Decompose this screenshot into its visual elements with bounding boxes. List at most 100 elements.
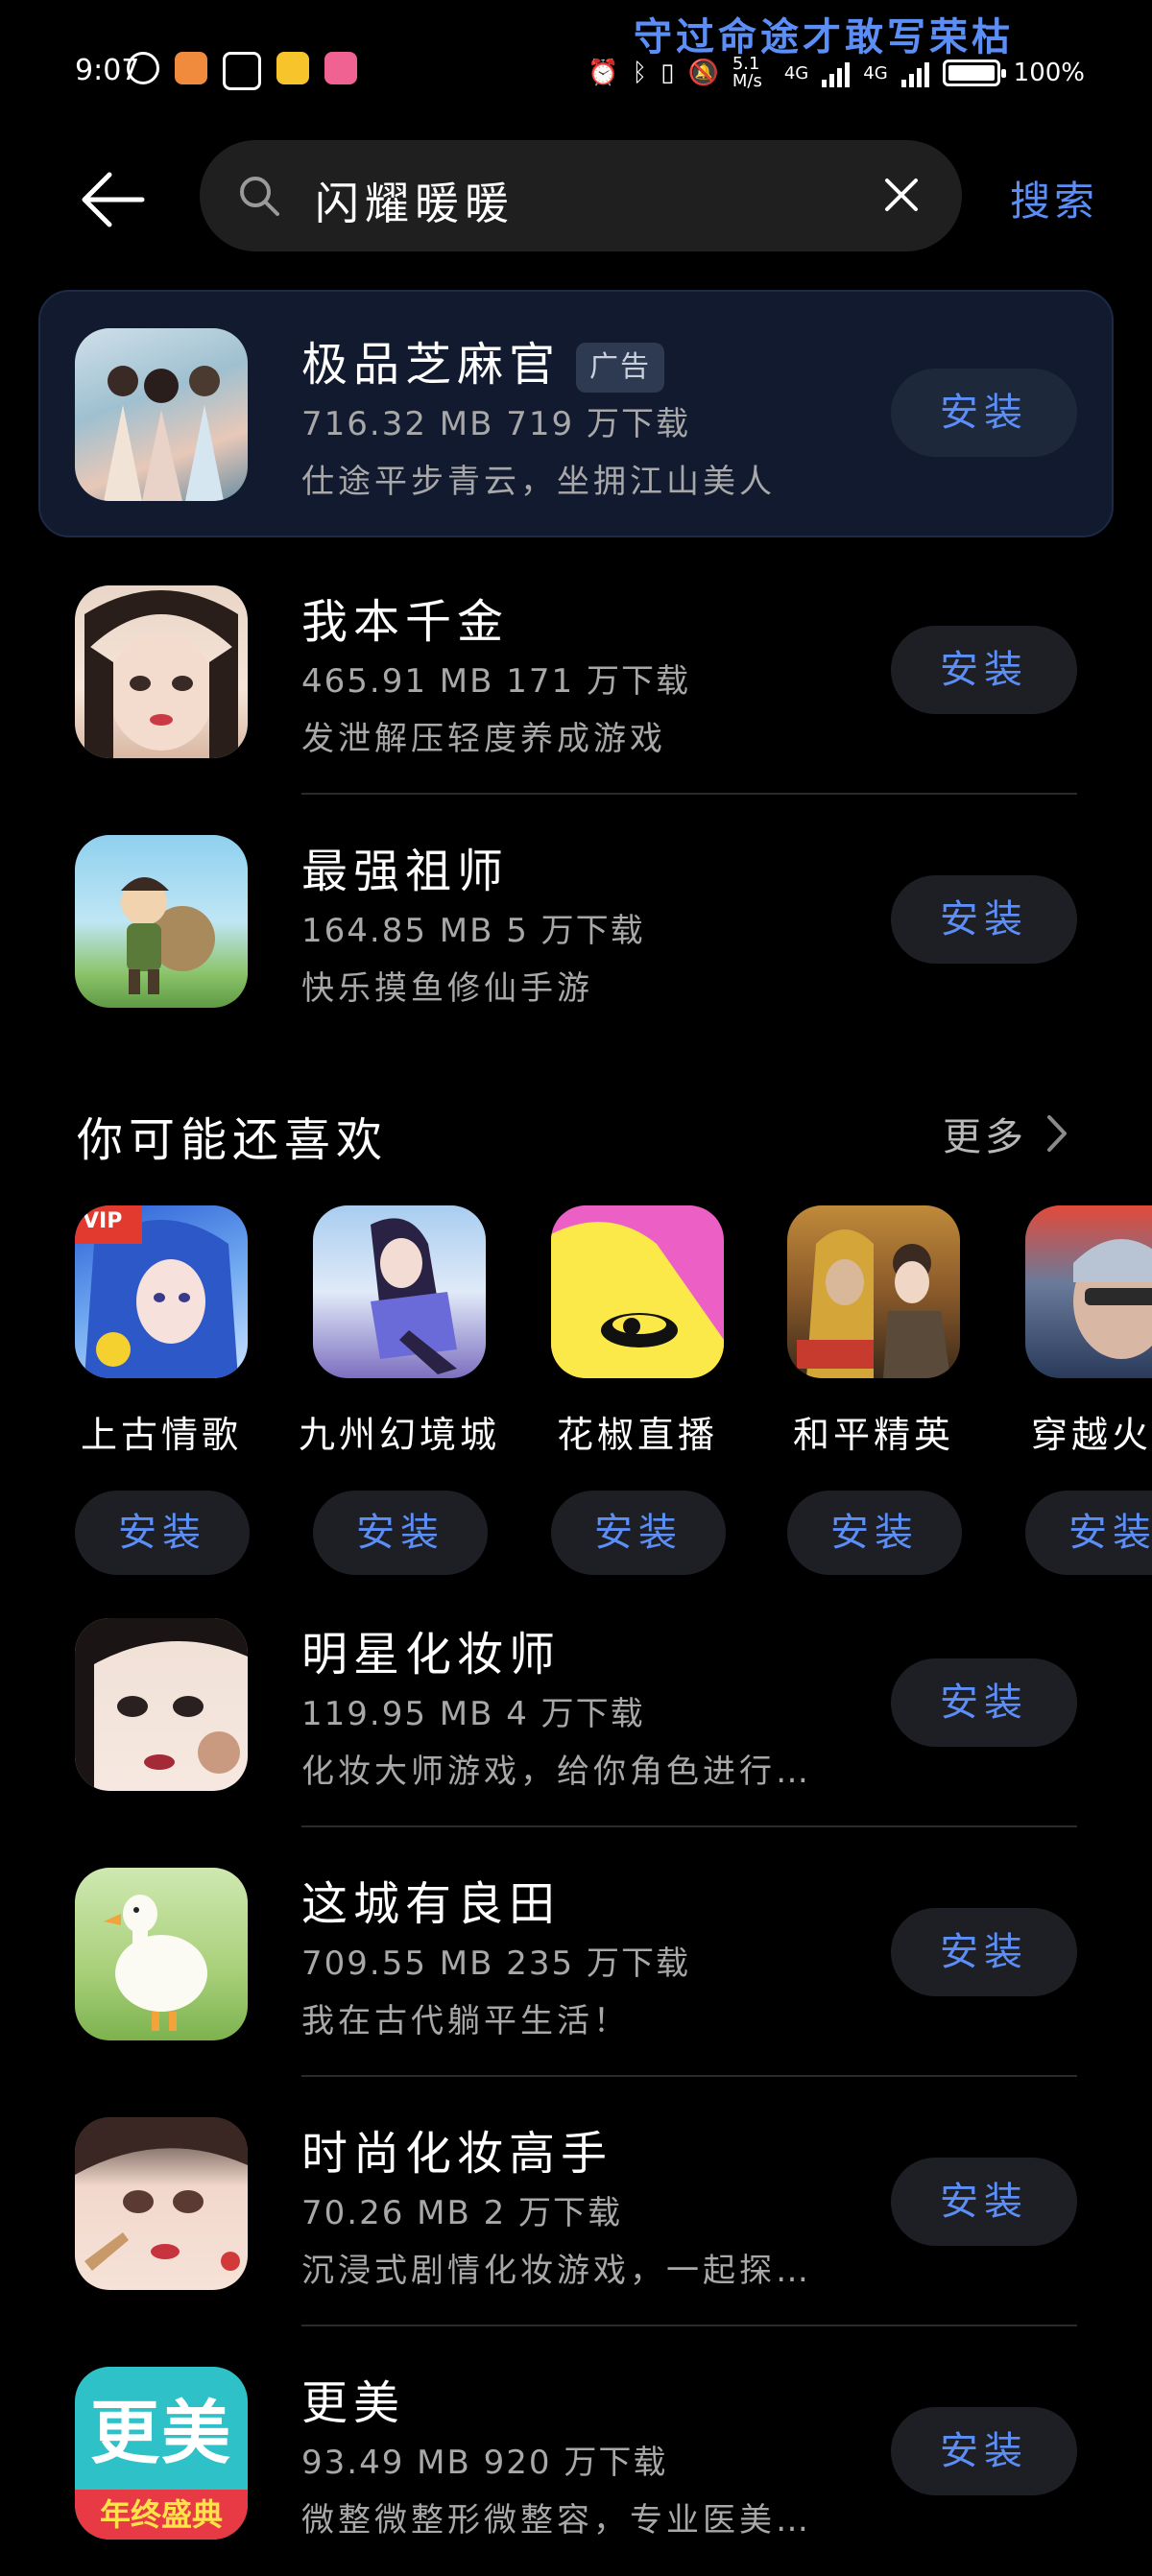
notification-icons [127, 52, 357, 90]
app-meta: 119.95 MB 4 万下载 [301, 1695, 645, 1733]
gengmei-logo: 更美 [89, 2393, 232, 2473]
app-meta: 465.91 MB 171 万下载 [301, 662, 690, 701]
app-meta: 70.26 MB 2 万下载 [301, 2194, 623, 2232]
rec-app-name: 九州幻境城 [298, 1414, 500, 1456]
divider [301, 793, 1077, 795]
section-title: 你可能还喜欢 [77, 1113, 389, 1167]
app-name: 极品芝麻官 广告 [301, 326, 665, 394]
battery-icon [942, 60, 1006, 86]
vibrate-icon: ▯ [660, 59, 675, 87]
app-icon-jiuzhouhuanjingcheng[interactable] [313, 1205, 486, 1378]
app-meta: 709.55 MB 235 万下载 [301, 1944, 690, 1983]
app-icon-zuiqiangzushi[interactable] [75, 835, 248, 1008]
app-meta: 164.85 MB 5 万下载 [301, 912, 645, 950]
alarm-icon: ⏰ [588, 59, 619, 87]
app-desc: 微整微整形微整容，专业医美… [301, 2501, 812, 2540]
app-meta: 716.32 MB 719 万下载 [301, 405, 690, 443]
app-icon-chuanyuehuoxian[interactable] [1025, 1205, 1152, 1378]
list-item[interactable]: 时尚化妆高手 70.26 MB 2 万下载 沉浸式剧情化妆游戏，一起探… 安装 [0, 2079, 1152, 2326]
chevron-right-icon [1047, 1115, 1067, 1152]
link-app-icon [223, 52, 261, 90]
app-icon-jipinzhimaguan[interactable] [75, 328, 248, 501]
rec-app[interactable]: VIP 上古情歌 安装 [75, 1205, 250, 1575]
list-item[interactable]: 明星化妆师 119.95 MB 4 万下载 化妆大师游戏，给你角色进行… 安装 [0, 1580, 1152, 1827]
sky-app-icon [276, 52, 309, 84]
network-speed: 5.1 M/s [732, 54, 762, 91]
mute-icon: 🔕 [687, 59, 719, 87]
app-icon-shangguqingge[interactable]: VIP [75, 1205, 248, 1378]
install-button[interactable]: 安装 [787, 1491, 962, 1575]
app-desc: 仕途平步青云，坐拥江山美人 [301, 463, 776, 501]
status-banner: 守过命途才敢写荣枯 [634, 15, 1014, 60]
rec-app[interactable]: 九州幻境城 安装 [299, 1205, 496, 1575]
install-button[interactable]: 安装 [313, 1491, 488, 1575]
search-icon [240, 177, 279, 216]
vip-label: VIP [83, 1209, 123, 1233]
status-right: ⏰ ᛒ ▯ 🔕 5.1 M/s 4G 4G 100% [588, 56, 1085, 90]
install-button[interactable]: 安装 [1025, 1491, 1152, 1575]
heart-app-icon [175, 52, 207, 84]
app-desc: 快乐摸鱼修仙手游 [301, 969, 593, 1008]
app-desc: 沉浸式剧情化妆游戏，一起探… [301, 2252, 812, 2290]
app-icon-zhechengyouliangtian[interactable] [75, 1868, 248, 2040]
install-button[interactable]: 安装 [891, 875, 1077, 964]
app-name: 这城有良田 [301, 1877, 562, 1931]
bilibili-app-icon [324, 52, 357, 84]
ad-badge: 广告 [576, 343, 665, 393]
app-icon-mingxinghuazhuangshi[interactable] [75, 1618, 248, 1791]
app-icon-huajiaozhibo[interactable] [551, 1205, 724, 1378]
more-link[interactable]: 更多 [943, 1106, 1068, 1161]
app-name: 我本千金 [301, 595, 510, 649]
list-item[interactable]: 我本千金 465.91 MB 171 万下载 发泄解压轻度养成游戏 安装 [0, 547, 1152, 795]
k-app-icon [127, 52, 159, 84]
gengmei-sub: 年终盛典 [75, 2490, 248, 2540]
rec-app[interactable]: 花椒直播 安装 [551, 1205, 726, 1575]
signal-label-2: 4G [863, 62, 888, 83]
clear-icon[interactable] [883, 177, 920, 213]
app-name: 明星化妆师 [301, 1628, 562, 1682]
list-item[interactable]: 更美 年终盛典 更美 93.49 MB 920 万下载 微整微整形微整容，专业医… [0, 2328, 1152, 2576]
divider [301, 1825, 1077, 1827]
list-item[interactable]: 最强祖师 164.85 MB 5 万下载 快乐摸鱼修仙手游 安装 [0, 797, 1152, 1044]
install-button[interactable]: 安装 [551, 1491, 726, 1575]
signal-icon-2 [900, 59, 929, 87]
battery-text: 100% [1013, 59, 1085, 87]
install-button[interactable]: 安装 [891, 2407, 1077, 2495]
app-icon-shishanghuazhuanggaoshou[interactable] [75, 2117, 248, 2290]
divider [301, 2075, 1077, 2077]
search-button[interactable]: 搜索 [1010, 169, 1098, 227]
app-icon-gengmei[interactable]: 更美 年终盛典 [75, 2367, 248, 2540]
divider [301, 2325, 1077, 2326]
more-label: 更多 [943, 1115, 1027, 1159]
app-icon-wobenqianjin[interactable] [75, 585, 248, 758]
search-bar[interactable]: 闪耀暖暖 [200, 140, 962, 251]
rec-app-name: 穿越火线 [1030, 1414, 1152, 1456]
app-name: 更美 [301, 2376, 406, 2430]
rec-app[interactable]: 和平精英 安装 [787, 1205, 962, 1575]
signal-icon-1 [822, 59, 851, 87]
search-input[interactable]: 闪耀暖暖 [315, 169, 515, 232]
back-arrow-icon[interactable] [77, 165, 146, 234]
install-button[interactable]: 安装 [891, 1658, 1077, 1747]
status-bar: 9:07 守过命途才敢写荣枯 ⏰ ᛒ ▯ 🔕 5.1 M/s 4G 4G 100… [0, 0, 1152, 134]
install-button[interactable]: 安装 [75, 1491, 250, 1575]
bluetooth-icon: ᛒ [632, 59, 648, 87]
rec-app-name: 花椒直播 [556, 1414, 718, 1456]
list-item[interactable]: 极品芝麻官 广告 716.32 MB 719 万下载 仕途平步青云，坐拥江山美人 … [0, 290, 1152, 537]
install-button[interactable]: 安装 [891, 2158, 1077, 2246]
app-name: 最强祖师 [301, 845, 510, 898]
app-meta: 93.49 MB 920 万下载 [301, 2444, 668, 2482]
list-item[interactable]: 这城有良田 709.55 MB 235 万下载 我在古代躺平生活！ 安装 [0, 1829, 1152, 2077]
install-button[interactable]: 安装 [891, 1908, 1077, 1996]
signal-label-1: 4G [783, 62, 809, 83]
app-desc: 化妆大师游戏，给你角色进行… [301, 1753, 812, 1791]
app-desc: 发泄解压轻度养成游戏 [301, 720, 666, 758]
rec-app-name: 上古情歌 [80, 1414, 242, 1456]
rec-app-name: 和平精英 [792, 1414, 954, 1456]
install-button[interactable]: 安装 [891, 369, 1077, 457]
app-icon-hepingjingying[interactable] [787, 1205, 960, 1378]
rec-app[interactable]: 穿越火线 安装 [1025, 1205, 1152, 1575]
install-button[interactable]: 安装 [891, 626, 1077, 714]
app-name: 时尚化妆高手 [301, 2127, 613, 2181]
app-desc: 我在古代躺平生活！ [301, 2002, 630, 2040]
